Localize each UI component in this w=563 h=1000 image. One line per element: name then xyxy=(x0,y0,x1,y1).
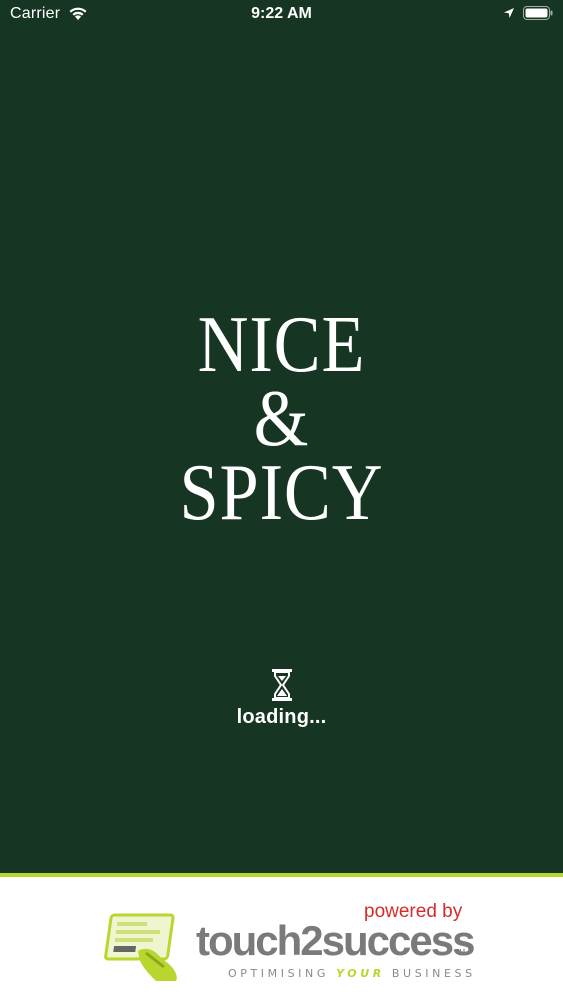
loading-indicator: loading... xyxy=(0,668,563,729)
tagline-highlight: YOUR xyxy=(336,967,385,980)
hourglass-icon xyxy=(271,669,292,701)
brand-tagline: OPTIMISING YOUR BUSINESS xyxy=(228,967,476,980)
loading-label: loading... xyxy=(236,706,327,728)
touch-device-icon xyxy=(104,913,177,981)
logo-line-spicy: SPICY xyxy=(179,449,384,537)
restaurant-logo: NICE & SPICY xyxy=(0,301,563,537)
clock: 9:22 AM xyxy=(251,5,312,22)
tagline-part: OPTIMISING xyxy=(228,967,337,980)
logo-line-nice: NICE xyxy=(197,301,366,389)
trademark-mark: TM xyxy=(455,949,466,956)
powered-by-footer: powered by touch2success TM OPTIMISING Y… xyxy=(0,873,563,1000)
splash-screen: Carrier 9:22 AM NICE & SPICY loading... xyxy=(0,0,563,1000)
battery-icon xyxy=(523,6,553,20)
location-icon xyxy=(504,8,514,18)
tagline-part: BUSINESS xyxy=(384,967,476,980)
brand-name: touch2success xyxy=(196,917,475,964)
logo-line-ampersand: & xyxy=(253,375,310,463)
status-bar: Carrier 9:22 AM xyxy=(0,0,563,30)
